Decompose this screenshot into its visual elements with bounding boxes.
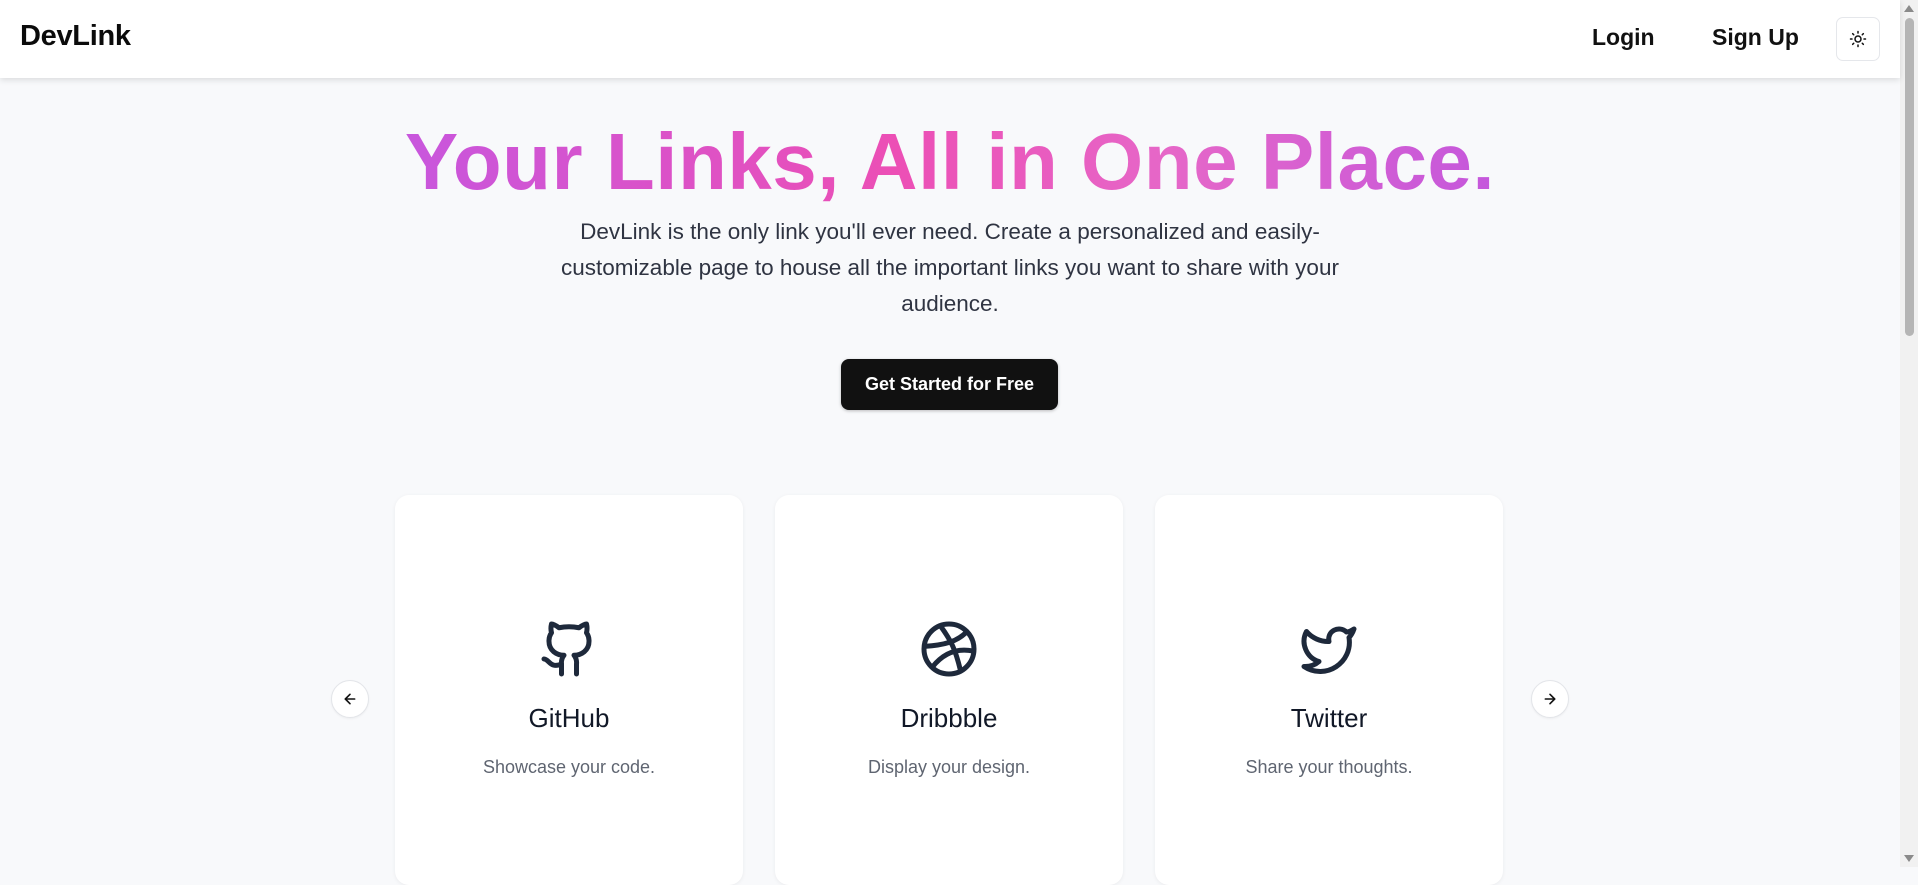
brand-logo[interactable]: DevLink: [20, 20, 131, 53]
github-icon: [541, 621, 592, 677]
card-dribbble[interactable]: Dribbble Display your design.: [775, 495, 1123, 885]
twitter-icon: [1301, 626, 1357, 674]
navbar: DevLink Login Sign Up: [0, 0, 1900, 78]
card-github[interactable]: GitHub Showcase your code.: [395, 495, 743, 885]
scroll-up-arrow-icon[interactable]: [1904, 5, 1914, 12]
page-scrollbar[interactable]: [1900, 0, 1918, 867]
carousel-prev-button[interactable]: [331, 680, 369, 718]
scrollbar-thumb[interactable]: [1905, 18, 1914, 336]
card-description: Showcase your code.: [482, 757, 656, 777]
hero-title-text: Your Links, All in One Place.: [404, 117, 1496, 206]
arrow-right-icon: [1544, 693, 1556, 705]
get-started-button[interactable]: Get Started for Free: [841, 359, 1058, 410]
carousel-next-button[interactable]: [1531, 680, 1569, 718]
card-title: Twitter: [1290, 703, 1368, 733]
login-link[interactable]: Login: [1592, 24, 1655, 51]
card-twitter[interactable]: Twitter Share your thoughts.: [1155, 495, 1503, 885]
dribbble-icon: [921, 621, 977, 677]
scroll-down-arrow-icon[interactable]: [1904, 855, 1914, 862]
sun-icon: [1849, 30, 1867, 48]
hero-title: Your Links, All in One Place.: [0, 112, 1900, 212]
hero-subtitle: DevLink is the only link you'll ever nee…: [561, 219, 1339, 316]
theme-toggle-button[interactable]: [1836, 17, 1880, 61]
card-description: Share your thoughts.: [1245, 757, 1413, 777]
card-title: GitHub: [528, 703, 610, 733]
card-description: Display your design.: [867, 757, 1031, 777]
signup-link[interactable]: Sign Up: [1712, 24, 1799, 51]
card-title: Dribbble: [900, 703, 998, 733]
arrow-left-icon: [344, 693, 356, 705]
